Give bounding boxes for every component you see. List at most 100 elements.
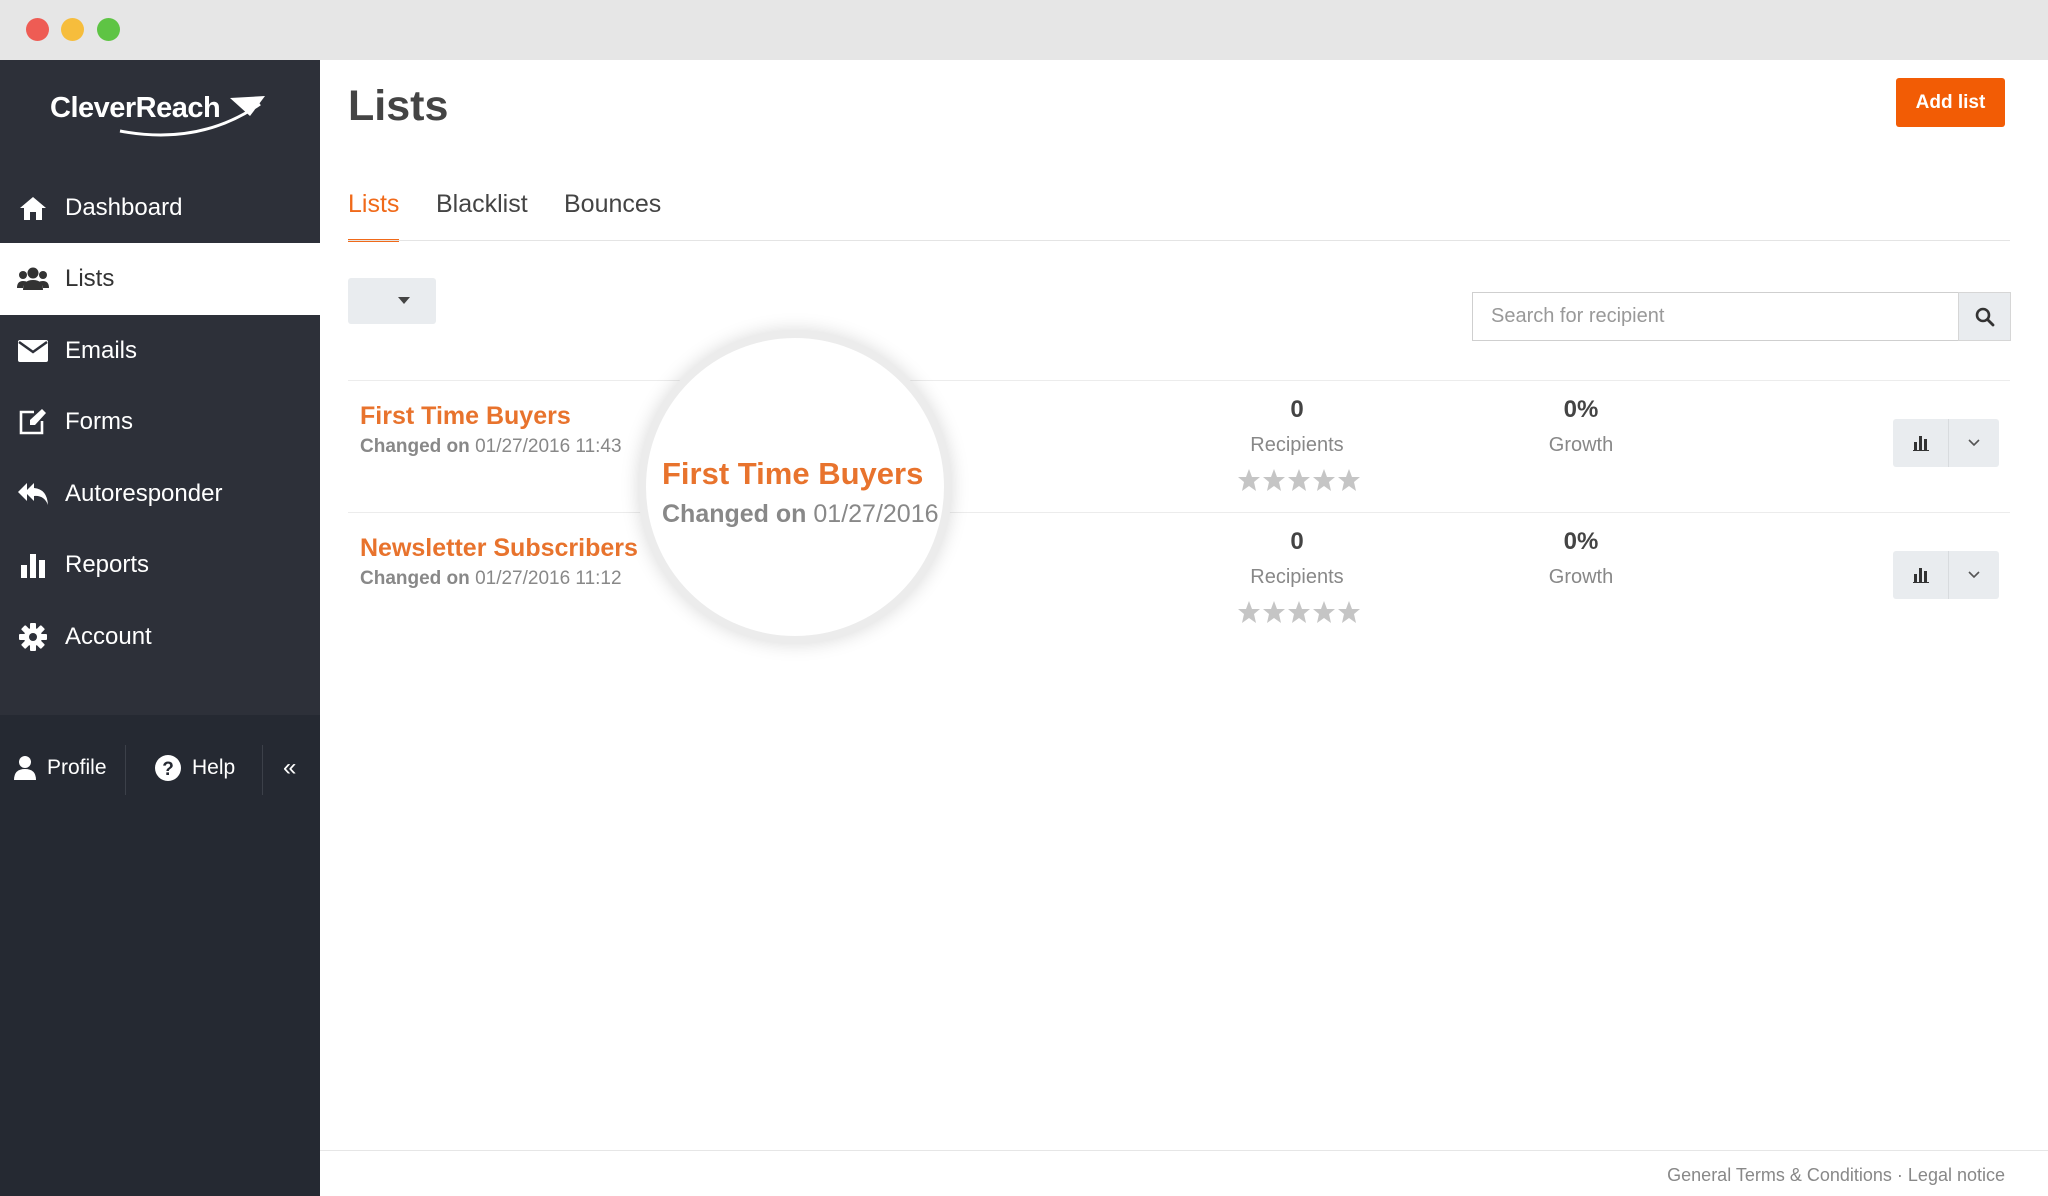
changed-prefix: Changed on (360, 436, 470, 457)
footer-divider (262, 745, 263, 795)
recipients-count: 0 (1290, 528, 1304, 555)
rating-stars (1237, 600, 1361, 624)
rating-stars (1237, 468, 1361, 492)
row-divider (348, 512, 2010, 513)
maximize-window-button[interactable] (97, 18, 120, 41)
sidebar-nav-area: CleverReach Dashboard Lists Emails Forms… (0, 60, 320, 715)
sidebar-item-label: Emails (65, 337, 138, 364)
window-titlebar (0, 0, 2048, 60)
magnifier-overlay: First Time Buyers Changed on 01/27/2016 (638, 330, 952, 644)
profile-label: Profile (47, 755, 107, 779)
sidebar-item-emails[interactable]: Emails (0, 315, 320, 387)
caret-down-icon (398, 297, 410, 304)
help-button[interactable]: ? Help (155, 715, 235, 820)
double-chevron-left-icon: « (283, 753, 297, 781)
minimize-window-button[interactable] (61, 18, 84, 41)
collapse-sidebar-button[interactable]: « (283, 715, 296, 820)
bar-chart-icon (1912, 568, 1929, 583)
magnified-changed-value: 01/27/2016 (813, 500, 939, 528)
list-name-link[interactable]: First Time Buyers (360, 402, 571, 431)
star-icon (1263, 469, 1285, 491)
search-icon (1975, 307, 1994, 326)
list-changed-date: Changed on 01/27/2016 11:43 (360, 436, 622, 458)
sidebar-footer: Profile ? Help « (0, 715, 320, 820)
list-name-link[interactable]: Newsletter Subscribers (360, 534, 638, 563)
question-circle-icon: ? (155, 754, 181, 781)
more-actions-dropdown[interactable] (1949, 551, 1999, 599)
logo-swoosh-icon (119, 96, 265, 137)
list-row: Newsletter Subscribers Changed on 01/27/… (320, 514, 2048, 646)
tabs-divider (348, 240, 2010, 241)
bar-chart-icon (1912, 436, 1929, 451)
footer-links[interactable]: General Terms & Conditions · Legal notic… (1667, 1165, 2005, 1186)
changed-value: 01/27/2016 11:43 (475, 436, 622, 457)
chevron-down-icon (1968, 439, 1980, 447)
growth-label: Growth (1548, 566, 1614, 588)
growth-stat: 0% Growth (1506, 528, 1656, 589)
tab-bounces[interactable]: Bounces (564, 190, 661, 242)
page-title: Lists (348, 82, 449, 130)
cleverreach-logo[interactable]: CleverReach (50, 76, 280, 137)
row-divider (348, 380, 2010, 381)
envelope-icon (17, 335, 49, 367)
sidebar-item-label: Forms (65, 408, 133, 435)
star-icon (1263, 601, 1285, 623)
changed-prefix: Changed on (360, 568, 470, 589)
star-icon (1238, 601, 1260, 623)
list-row: First Time Buyers Changed on 01/27/2016 … (320, 382, 2048, 514)
svg-text:?: ? (162, 759, 174, 780)
add-list-button[interactable]: Add list (1896, 78, 2005, 127)
growth-value: 0% (1563, 396, 1599, 423)
sidebar-item-forms[interactable]: Forms (0, 386, 320, 458)
help-label: Help (192, 755, 236, 779)
edit-icon (17, 406, 49, 438)
home-icon (17, 192, 49, 224)
filter-dropdown-button[interactable] (348, 278, 436, 324)
footer-divider (320, 1150, 2048, 1151)
magnified-changed-date: Changed on 01/27/2016 (662, 500, 939, 529)
sidebar-item-label: Lists (65, 265, 115, 292)
profile-button[interactable]: Profile (14, 715, 107, 820)
recipients-label: Recipients (1250, 566, 1344, 588)
chevron-down-icon (1968, 571, 1980, 579)
sidebar-item-label: Reports (65, 551, 150, 578)
footer-divider (125, 745, 126, 795)
star-icon (1288, 469, 1310, 491)
growth-label: Growth (1548, 434, 1614, 456)
sidebar-item-account[interactable]: Account (0, 601, 320, 673)
tab-lists[interactable]: Lists (348, 190, 400, 242)
sidebar-item-dashboard[interactable]: Dashboard (0, 172, 320, 244)
recipients-label: Recipients (1250, 434, 1344, 456)
sidebar-item-lists[interactable]: Lists (0, 243, 320, 315)
star-icon (1313, 601, 1335, 623)
star-icon (1238, 469, 1260, 491)
sidebar-item-reports[interactable]: Reports (0, 529, 320, 601)
growth-value: 0% (1563, 528, 1599, 555)
search-input[interactable] (1472, 292, 1958, 341)
star-icon (1313, 469, 1335, 491)
list-actions (1893, 551, 1999, 599)
bar-chart-icon (17, 549, 49, 581)
changed-value: 01/27/2016 11:12 (475, 568, 622, 589)
search-button[interactable] (1958, 292, 2011, 341)
star-icon (1338, 601, 1360, 623)
statistics-button[interactable] (1893, 419, 1949, 467)
star-icon (1288, 601, 1310, 623)
tab-blacklist[interactable]: Blacklist (436, 190, 528, 242)
list-changed-date: Changed on 01/27/2016 11:12 (360, 568, 622, 590)
sidebar: CleverReach Dashboard Lists Emails Forms… (0, 60, 320, 1196)
recipients-stat: 0 Recipients (1222, 396, 1372, 457)
recipients-stat: 0 Recipients (1222, 528, 1372, 589)
gear-icon (17, 621, 49, 653)
statistics-button[interactable] (1893, 551, 1949, 599)
more-actions-dropdown[interactable] (1949, 419, 1999, 467)
magnified-changed-prefix: Changed on (662, 500, 807, 528)
sidebar-item-autoresponder[interactable]: Autoresponder (0, 458, 320, 530)
growth-stat: 0% Growth (1506, 396, 1656, 457)
star-icon (1338, 469, 1360, 491)
sidebar-item-label: Account (65, 623, 152, 650)
close-window-button[interactable] (26, 18, 49, 41)
sidebar-item-label: Dashboard (65, 194, 183, 221)
list-actions (1893, 419, 1999, 467)
users-icon (17, 263, 49, 295)
